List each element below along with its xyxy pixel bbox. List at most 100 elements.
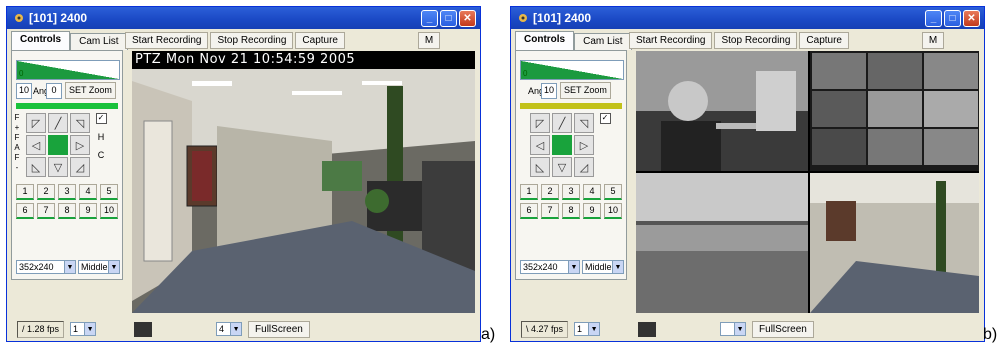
pan-up-right-icon[interactable]: ◹ <box>574 113 594 133</box>
minimize-icon[interactable]: _ <box>925 10 942 27</box>
tilt-down-icon[interactable]: ▽ <box>48 157 68 177</box>
stop-recording-button[interactable]: Stop Recording <box>714 32 798 49</box>
preset-button[interactable]: 8 <box>58 203 76 219</box>
stream-select[interactable]: 1 ▼ <box>70 322 97 336</box>
chevron-down-icon: ▼ <box>734 323 746 335</box>
pan-left-icon[interactable]: ◁ <box>530 135 550 155</box>
title-bar[interactable]: [101] 2400 _ □ ✕ <box>511 7 984 29</box>
angle-value-input[interactable]: 10 <box>16 82 32 99</box>
pan-up-left-icon[interactable]: ◸ <box>530 113 550 133</box>
controls-panel: 0 100 Angle 10 SET Zoom ◸ ╱ ◹ ◁ ▷ ◺ ▽ ◿ … <box>515 50 627 280</box>
resolution-select[interactable]: 352x240 ▼ <box>16 260 76 274</box>
ptz-home-button[interactable] <box>48 135 68 155</box>
c-label[interactable]: C <box>98 150 105 160</box>
maximize-icon[interactable]: □ <box>440 10 457 27</box>
preset-button[interactable]: 10 <box>604 203 622 219</box>
tab-controls[interactable]: Controls <box>11 31 71 50</box>
preset-button[interactable]: 9 <box>583 203 601 219</box>
tilt-down-icon[interactable]: ▽ <box>552 157 572 177</box>
office-hallway-image <box>132 51 475 313</box>
zoom-min-label: 0 <box>19 69 24 78</box>
chevron-down-icon: ▼ <box>84 323 96 335</box>
zoom-slider[interactable]: 0 100 <box>520 60 624 80</box>
preset-button[interactable]: 2 <box>37 184 55 200</box>
preset-button[interactable]: 6 <box>16 203 34 219</box>
h-label[interactable]: H <box>98 132 105 142</box>
chevron-down-icon: ▼ <box>64 261 75 273</box>
pan-down-left-icon[interactable]: ◺ <box>530 157 550 177</box>
set-zoom-button[interactable]: SET Zoom <box>65 82 116 99</box>
maximize-icon[interactable]: □ <box>944 10 961 27</box>
m-button[interactable]: M <box>418 32 440 49</box>
snapshot-icon[interactable] <box>134 321 153 337</box>
pan-down-right-icon[interactable]: ◿ <box>70 157 90 177</box>
preset-button[interactable]: 9 <box>79 203 97 219</box>
pan-right-icon[interactable]: ▷ <box>70 135 90 155</box>
camera-video-view[interactable]: PTZ Mon Nov 21 10:54:59 2005 <box>132 51 475 313</box>
pan-down-right-icon[interactable]: ◿ <box>574 157 594 177</box>
ptz-direction-pad: ◸ ╱ ◹ ◁ ▷ ◺ ▽ ◿ <box>26 113 90 177</box>
ptz-checkbox[interactable]: ✓ <box>95 113 107 124</box>
start-recording-button[interactable]: Start Recording <box>629 32 713 49</box>
set-zoom-button[interactable]: SET Zoom <box>560 82 611 99</box>
angle-step-input[interactable]: 0 <box>46 82 62 99</box>
preset-button[interactable]: 10 <box>100 203 118 219</box>
fullscreen-button[interactable]: FullScreen <box>248 320 310 338</box>
start-recording-button[interactable]: Start Recording <box>125 32 209 49</box>
zoom-max-label: 100 <box>103 69 117 78</box>
fullscreen-button[interactable]: FullScreen <box>752 320 814 338</box>
stream-select[interactable]: 1 ▼ <box>574 322 601 336</box>
fps-readout: / 1.28 fps <box>17 320 65 338</box>
title-bar[interactable]: [101] 2400 _ □ ✕ <box>7 7 480 29</box>
tilt-up-icon[interactable]: ╱ <box>552 113 572 133</box>
zoom-slider[interactable]: 0 100 <box>16 60 120 80</box>
pan-right-icon[interactable]: ▷ <box>574 135 594 155</box>
stop-recording-button[interactable]: Stop Recording <box>210 32 294 49</box>
preset-button[interactable]: 1 <box>16 184 34 200</box>
tab-controls[interactable]: Controls <box>515 31 575 50</box>
m-button[interactable]: M <box>922 32 944 49</box>
preset-button[interactable]: 7 <box>37 203 55 219</box>
preset-button[interactable]: 6 <box>520 203 538 219</box>
tilt-up-icon[interactable]: ╱ <box>48 113 68 133</box>
window-title: [101] 2400 <box>533 11 592 25</box>
preset-button[interactable]: 4 <box>79 184 97 200</box>
preset-button[interactable]: 4 <box>583 184 601 200</box>
capture-button[interactable]: Capture <box>799 32 849 49</box>
preset-button[interactable]: 2 <box>541 184 559 200</box>
preset-buttons: 1 2 3 4 5 6 7 8 9 10 <box>16 184 118 219</box>
pan-left-icon[interactable]: ◁ <box>26 135 46 155</box>
preset-button[interactable]: 7 <box>541 203 559 219</box>
quality-select[interactable]: Middle ▼ <box>582 260 624 274</box>
pan-down-left-icon[interactable]: ◺ <box>26 157 46 177</box>
close-icon[interactable]: ✕ <box>963 10 980 27</box>
pan-up-left-icon[interactable]: ◸ <box>26 113 46 133</box>
preset-button[interactable]: 5 <box>604 184 622 200</box>
pan-up-right-icon[interactable]: ◹ <box>70 113 90 133</box>
preset-button[interactable]: 3 <box>562 184 580 200</box>
preset-button[interactable]: 5 <box>100 184 118 200</box>
multi-camera-grid-image <box>636 51 979 313</box>
ptz-home-button[interactable] <box>552 135 572 155</box>
minimize-icon[interactable]: _ <box>421 10 438 27</box>
camera-quad-view[interactable] <box>636 51 979 313</box>
quality-select[interactable]: Middle ▼ <box>78 260 120 274</box>
ptz-checkbox[interactable]: ✓ <box>599 113 611 124</box>
angle-label: Angle <box>528 85 552 96</box>
tab-cam-list[interactable]: Cam List <box>70 33 128 50</box>
preset-button[interactable]: 8 <box>562 203 580 219</box>
timestamp-overlay: PTZ Mon Nov 21 10:54:59 2005 <box>135 52 356 67</box>
preset-button[interactable]: 3 <box>58 184 76 200</box>
preset-button[interactable]: 1 <box>520 184 538 200</box>
angle-value-input[interactable]: 10 <box>541 82 557 99</box>
channel-select[interactable]: ▼ <box>720 322 747 336</box>
chevron-down-icon: ▼ <box>230 323 242 335</box>
resolution-select[interactable]: 352x240 ▼ <box>520 260 580 274</box>
tab-cam-list[interactable]: Cam List <box>574 33 632 50</box>
channel-select[interactable]: 4 ▼ <box>216 322 243 336</box>
close-icon[interactable]: ✕ <box>459 10 476 27</box>
snapshot-icon[interactable] <box>638 321 657 337</box>
capture-button[interactable]: Capture <box>295 32 345 49</box>
preset-buttons: 1 2 3 4 5 6 7 8 9 10 <box>520 184 622 219</box>
chevron-down-icon: ▼ <box>108 261 119 273</box>
